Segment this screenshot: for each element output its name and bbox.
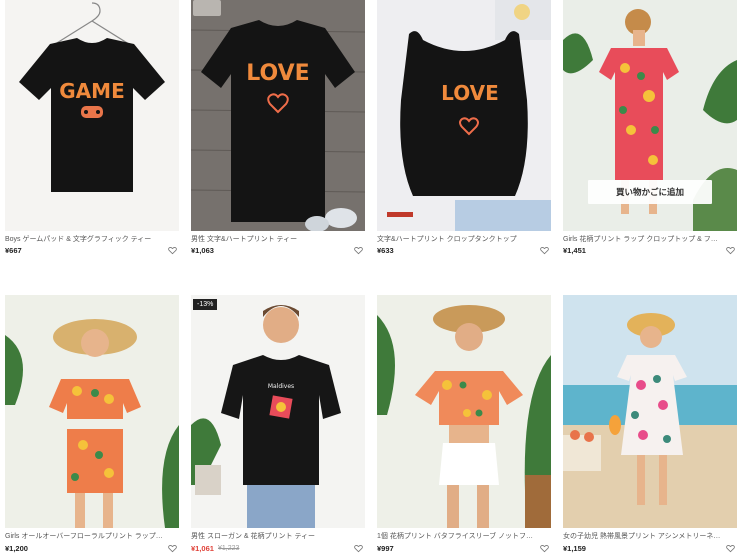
add-to-cart-button[interactable]: 買い物かごに追加	[588, 180, 712, 204]
toddler-beach-dress-graphic	[563, 295, 737, 528]
product-image[interactable]	[563, 295, 737, 528]
wishlist-heart-icon[interactable]	[540, 544, 549, 553]
wishlist-heart-icon[interactable]	[168, 544, 177, 553]
discount-badge: -13%	[193, 299, 218, 310]
love-tshirt-graphic: LOVE	[191, 0, 365, 231]
product-price: ¥667	[5, 246, 22, 255]
love-text: LOVE	[246, 61, 309, 86]
product-image[interactable]: LOVE	[191, 0, 365, 231]
product-title[interactable]: Boys ゲームパッド & 文字グラフィック ティー	[5, 235, 165, 244]
product-title[interactable]: 男性 文字&ハートプリント ティー	[191, 235, 351, 244]
product-price: ¥1,200	[5, 544, 28, 553]
love-tank-graphic: LOVE	[377, 0, 551, 231]
wishlist-heart-icon[interactable]	[168, 246, 177, 255]
product-title[interactable]: Girls オールオーバーフローラルプリント ラップトップ	[5, 532, 165, 541]
product-title[interactable]: Girls 花柄プリント ラップ クロップトップ & フリル裾	[563, 235, 723, 244]
product-title[interactable]: 文字&ハートプリント クロップタンクトップ	[377, 235, 537, 244]
girl-floral-set-graphic	[5, 295, 179, 528]
product-grid: GAME Boys ゲームパッド & 文字グラフィック ティー ¥667 LOV	[0, 0, 741, 556]
wishlist-heart-icon[interactable]	[726, 544, 735, 553]
product-price: ¥1,061	[191, 544, 214, 553]
product-image[interactable]	[377, 295, 551, 528]
man-slogan-tee-graphic: Maldives	[191, 295, 365, 528]
product-price: ¥1,063	[191, 246, 214, 255]
product-price: ¥1,451	[563, 246, 586, 255]
product-image[interactable]: GAME	[5, 0, 179, 231]
product-price: ¥1,159	[563, 544, 586, 553]
product-title[interactable]: 男性 スローガン & 花柄プリント ティー	[191, 532, 351, 541]
wishlist-heart-icon[interactable]	[354, 544, 363, 553]
game-text: GAME	[59, 79, 124, 103]
tee-slogan: Maldives	[268, 383, 294, 390]
black-tshirt-graphic: GAME	[5, 0, 179, 231]
product-title[interactable]: 女の子幼児 熱帯風景プリント アシンメトリーネック フリル	[563, 532, 723, 541]
product-price: ¥633	[377, 246, 394, 255]
product-price: ¥997	[377, 544, 394, 553]
product-image[interactable]: 買い物かごに追加	[563, 0, 737, 231]
love-text: LOVE	[441, 81, 499, 105]
product-image[interactable]: LOVE	[377, 0, 551, 231]
original-price: ¥1,223	[218, 545, 240, 552]
product-image[interactable]: Maldives -13%	[191, 295, 365, 528]
product-image[interactable]	[5, 295, 179, 528]
wishlist-heart-icon[interactable]	[726, 246, 735, 255]
woman-floral-top-graphic	[377, 295, 551, 528]
product-title[interactable]: 1個 花柄プリント バタフライスリーブ ノットフロント	[377, 532, 537, 541]
wishlist-heart-icon[interactable]	[540, 246, 549, 255]
wishlist-heart-icon[interactable]	[354, 246, 363, 255]
